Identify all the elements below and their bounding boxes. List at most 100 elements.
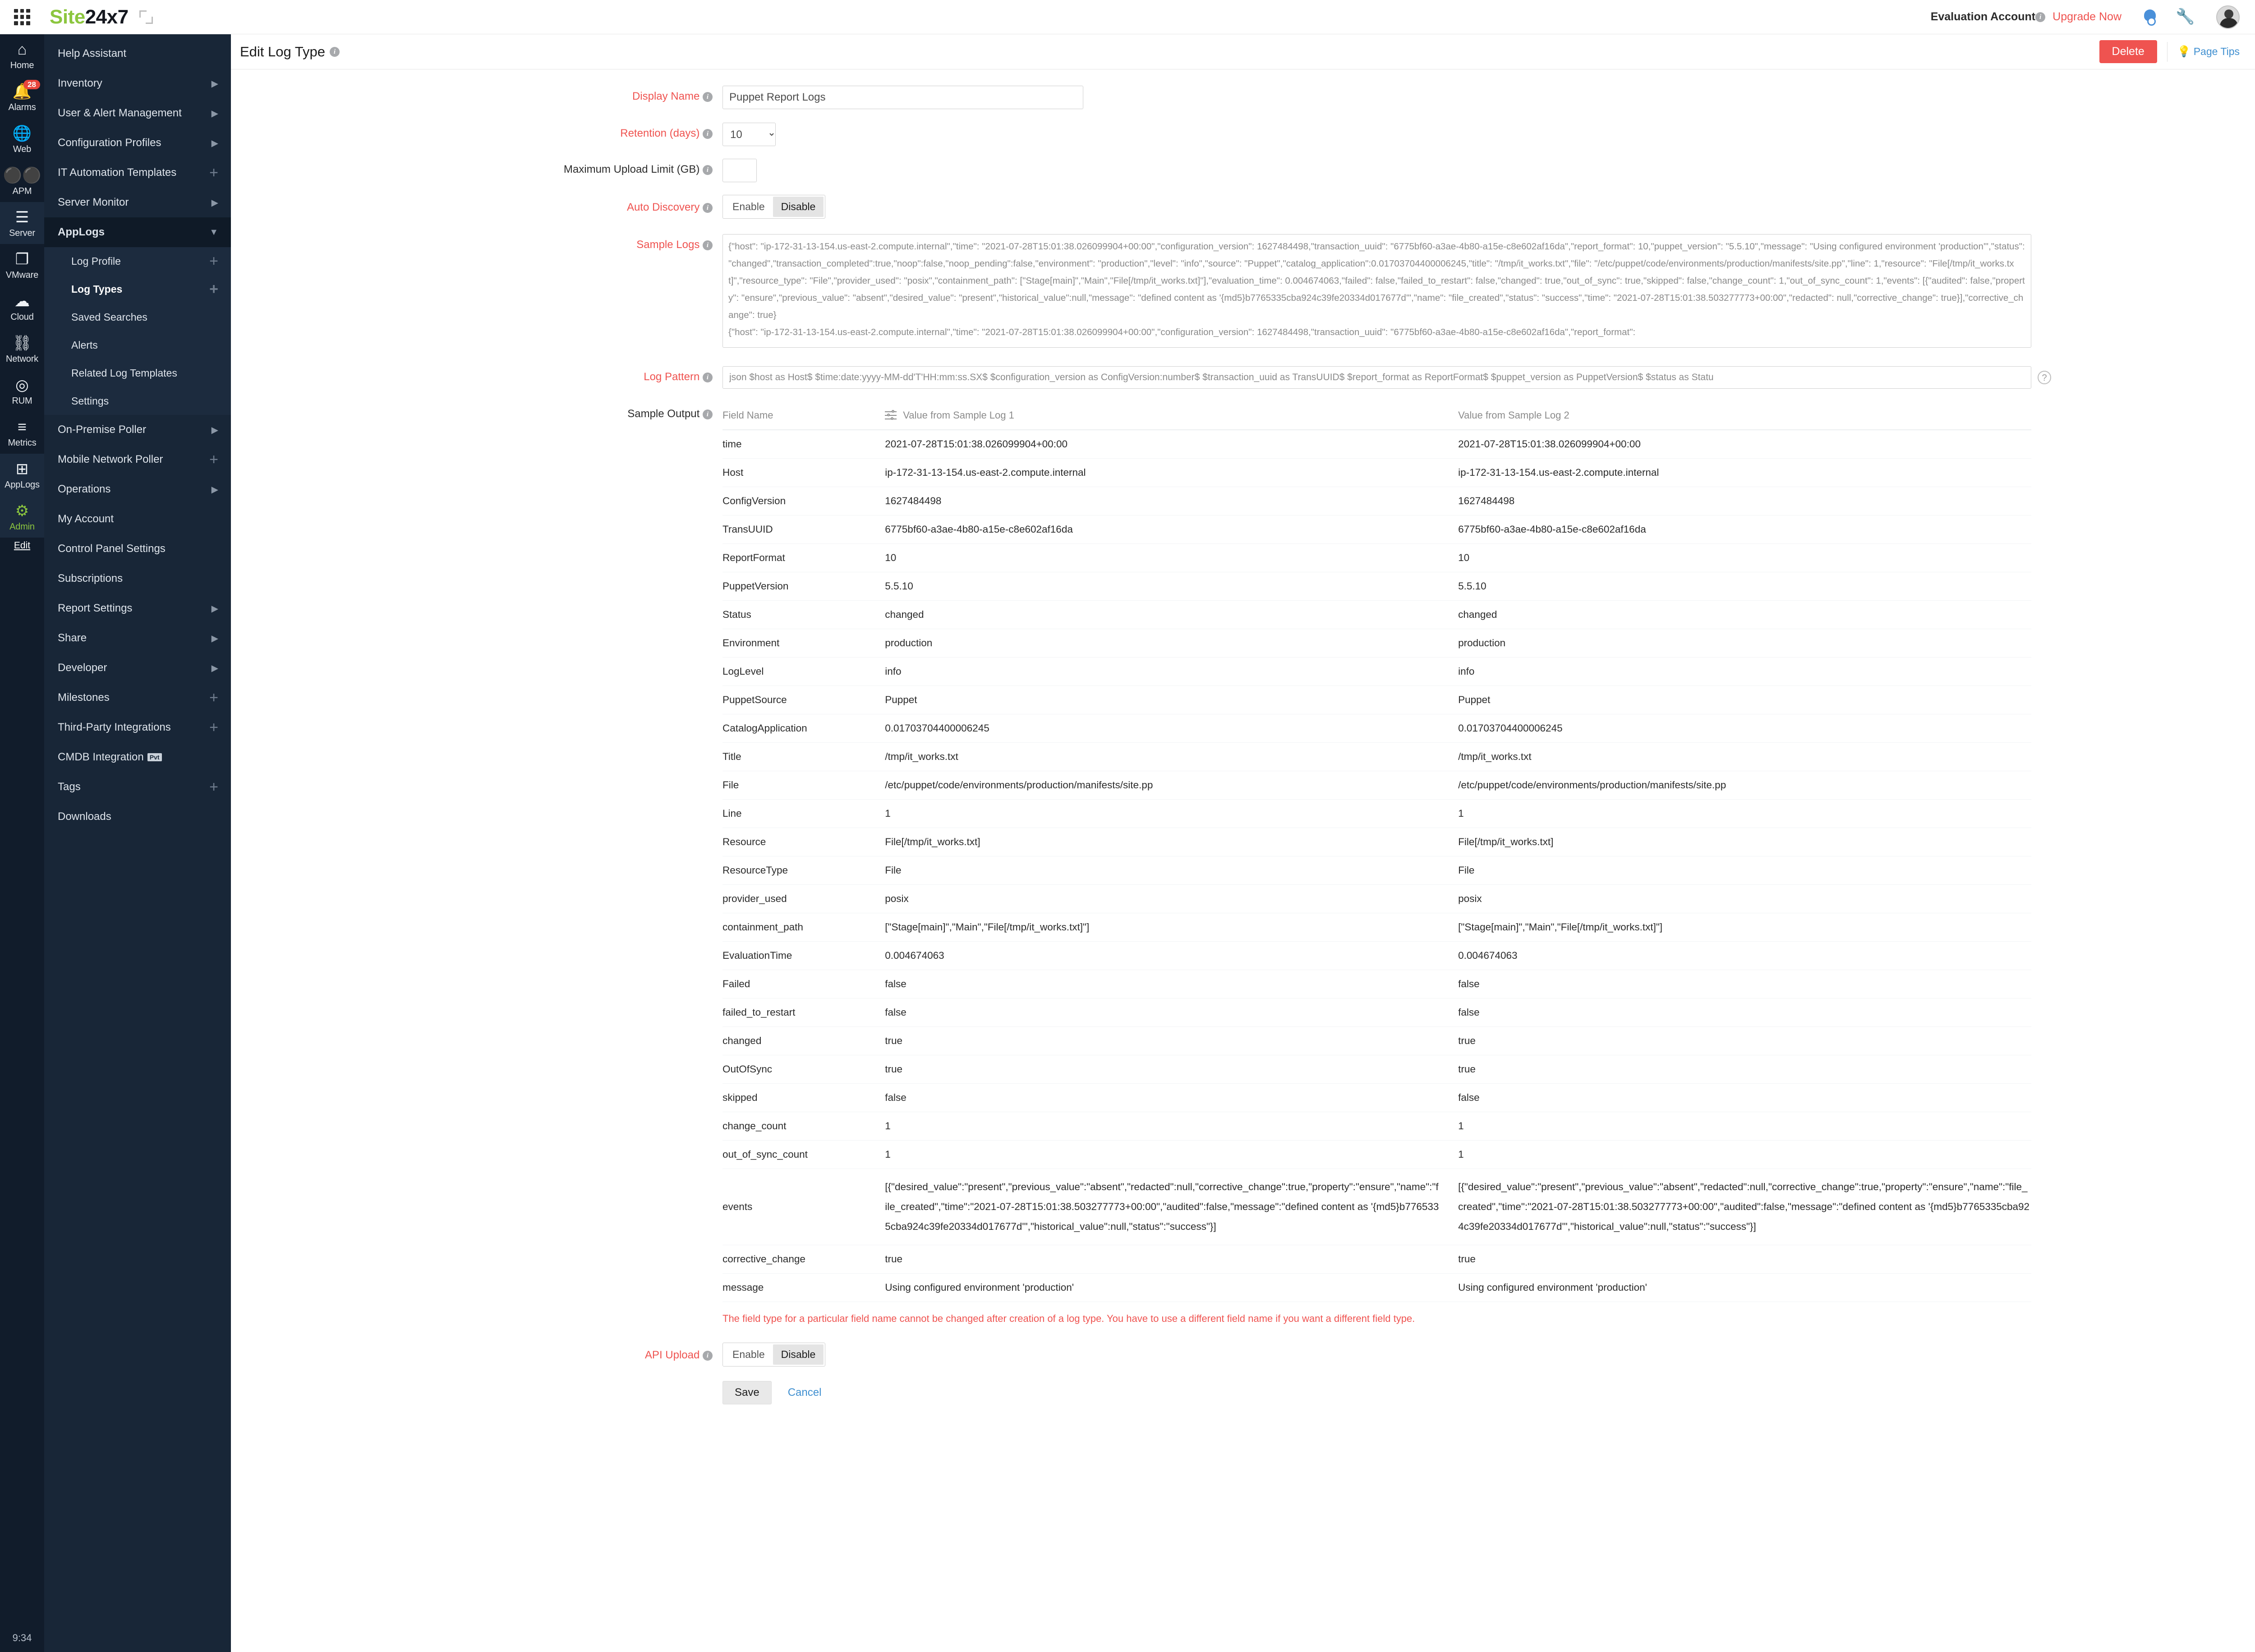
nav-item-log-types[interactable]: Log Types + [44,275,231,303]
api-upload-toggle[interactable]: Enable Disable [723,1343,826,1367]
nav-item-user-alert-management[interactable]: User & Alert Management ▶ [44,98,231,128]
cell-value-log-1: 2021-07-28T15:01:38.026099904+00:00 [885,430,1459,459]
nav-item-mobile-network-poller[interactable]: Mobile Network Poller + [44,445,231,474]
upgrade-now-link[interactable]: Upgrade Now [2053,10,2122,23]
nav-item-developer[interactable]: Developer ▶ [44,653,231,683]
rail-item-web[interactable]: 🌐 Web [0,118,44,160]
nav-item-label: AppLogs [58,226,105,238]
nav-item-label: Settings [71,395,109,407]
nav-item-label: Third-Party Integrations [58,721,171,733]
nav-item-log-profile[interactable]: Log Profile + [44,247,231,275]
sample-output-info-icon[interactable]: i [703,409,713,419]
auto-discovery-info-icon[interactable]: i [703,202,713,213]
nav-item-label: My Account [58,513,114,525]
expand-icon[interactable] [138,9,154,25]
api-upload-info-icon[interactable]: i [703,1350,713,1361]
cell-value-log-1: false [885,1083,1459,1112]
nav-item-third-party-integrations[interactable]: Third-Party Integrations + [44,713,231,742]
avatar[interactable] [2216,5,2240,29]
page-title-info-icon[interactable]: i [330,46,340,57]
plus-icon[interactable]: + [209,253,218,269]
log-pattern-info-icon[interactable]: i [703,372,713,382]
nav-item-server-monitor[interactable]: Server Monitor ▶ [44,188,231,217]
save-button[interactable]: Save [723,1381,772,1404]
info-icon[interactable]: i [2035,12,2046,22]
rail-item-network[interactable]: ⛓ Network [0,328,44,370]
chevron-right-icon: ▶ [211,663,218,673]
cancel-link[interactable]: Cancel [788,1386,822,1399]
plus-icon[interactable]: + [209,720,218,735]
nav-item-on-premise-poller[interactable]: On-Premise Poller ▶ [44,415,231,445]
nav-item-operations[interactable]: Operations ▶ [44,474,231,504]
retention-info-icon[interactable]: i [703,129,713,139]
auto-discovery-toggle[interactable]: Enable Disable [723,195,826,219]
auto-discovery-disable-option[interactable]: Disable [773,197,824,217]
retention-select[interactable]: 10 [723,123,776,146]
waffle-icon[interactable] [13,8,32,27]
plus-icon[interactable]: + [209,452,218,467]
rail-item-admin[interactable]: ⚙ Admin [0,496,44,538]
rail-item-vmware[interactable]: ❐ VMware [0,244,44,286]
bell-icon[interactable] [2142,9,2158,26]
nav-item-help-assistant[interactable]: Help Assistant [44,39,231,69]
rail-item-label: Web [13,144,32,154]
brand-logo[interactable]: Site24x7 [50,6,129,28]
rail-item-rum[interactable]: ◎ RUM [0,370,44,412]
nav-item-milestones[interactable]: Milestones + [44,683,231,713]
nav-item-subscriptions[interactable]: Subscriptions [44,564,231,594]
display-name-info-icon[interactable]: i [703,92,713,102]
page-header-actions: Delete 💡 Page Tips [2099,40,2240,63]
plus-icon[interactable]: + [209,165,218,180]
nav-item-downloads[interactable]: Downloads [44,802,231,832]
nav-item-applogs[interactable]: AppLogs ▼ [44,217,231,247]
rail-item-home[interactable]: ⌂ Home [0,34,44,76]
rail-item-applogs[interactable]: ⊞ AppLogs [0,454,44,496]
clock: 9:34 [12,1632,32,1643]
cell-value-log-2: 0.01703704400006245 [1458,714,2031,743]
rail-item-cloud[interactable]: ☁ Cloud [0,286,44,328]
chevron-right-icon: ▶ [211,108,218,119]
nav-item-report-settings[interactable]: Report Settings ▶ [44,594,231,623]
nav-item-saved-searches[interactable]: Saved Searches [44,303,231,331]
wrench-icon[interactable]: 🔧 [2176,9,2195,25]
help-icon[interactable]: ? [2038,371,2051,384]
log-pattern-input[interactable] [723,366,2031,389]
filter-icon[interactable] [885,410,897,420]
nav-item-it-automation-templates[interactable]: IT Automation Templates + [44,158,231,188]
rail-item-alarms[interactable]: 🔔 28 Alarms [0,76,44,118]
nav-item-related-log-templates[interactable]: Related Log Templates [44,359,231,387]
api-upload-enable-option[interactable]: Enable [724,1344,773,1365]
display-name-input[interactable] [723,86,1083,109]
auto-discovery-enable-option[interactable]: Enable [724,197,773,217]
cell-field-name: changed [723,1026,885,1055]
max-upload-info-icon[interactable]: i [703,165,713,175]
cell-value-log-1: true [885,1055,1459,1084]
rail-edit-link[interactable]: Edit [0,538,44,551]
nav-item-share[interactable]: Share ▶ [44,623,231,653]
nav-item-cmdb-integration[interactable]: CMDB Integration Pvt [44,742,231,772]
nav-item-control-panel-settings[interactable]: Control Panel Settings [44,534,231,564]
rail-item-server[interactable]: ☰ Server [0,202,44,244]
table-row: Title/tmp/it_works.txt/tmp/it_works.txt [723,742,2031,771]
delete-button[interactable]: Delete [2099,40,2157,63]
nav-item-tags[interactable]: Tags + [44,772,231,802]
nav-item-configuration-profiles[interactable]: Configuration Profiles ▶ [44,128,231,158]
api-upload-disable-option[interactable]: Disable [773,1344,824,1365]
plus-icon[interactable]: + [209,690,218,705]
rail-item-apm[interactable]: ⚫⚫ APM [0,160,44,202]
max-upload-input[interactable] [723,159,757,182]
nav-item-alerts[interactable]: Alerts [44,331,231,359]
sample-logs-info-icon[interactable]: i [703,240,713,250]
nav-item-inventory[interactable]: Inventory ▶ [44,69,231,98]
page-header: Edit Log Type i Delete 💡 Page Tips [231,34,2255,69]
rail-item-metrics[interactable]: ≡ Metrics [0,412,44,454]
plus-icon[interactable]: + [209,779,218,795]
sample-logs-textarea[interactable]: {"host": "ip-172-31-13-154.us-east-2.com… [723,234,2031,348]
cell-field-name: CatalogApplication [723,714,885,743]
cell-value-log-1: 1 [885,799,1459,828]
nav-item-my-account[interactable]: My Account [44,504,231,534]
page-tips-link[interactable]: 💡 Page Tips [2177,45,2240,58]
plus-icon[interactable]: + [209,281,218,297]
home-icon: ⌂ [17,41,27,58]
nav-item-settings[interactable]: Settings [44,387,231,415]
